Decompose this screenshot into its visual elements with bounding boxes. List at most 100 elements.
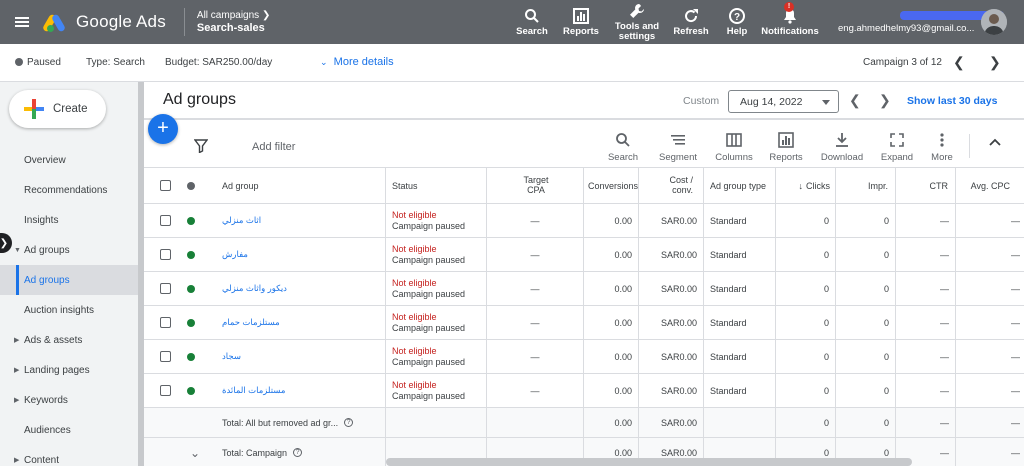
status-not-eligible[interactable]: Not eligible <box>392 312 437 323</box>
row-checkbox[interactable] <box>160 238 171 271</box>
date-picker[interactable]: Aug 14, 2022 <box>728 90 839 113</box>
row-checkbox[interactable] <box>160 340 171 373</box>
create-button[interactable]: Create <box>9 90 106 128</box>
campaign-budget[interactable]: Budget: SAR250.00/day <box>165 57 272 68</box>
menu-icon[interactable] <box>0 0 44 44</box>
status-not-eligible[interactable]: Not eligible <box>392 380 437 391</box>
tool-segment[interactable]: Segment <box>658 131 698 163</box>
row-checkbox[interactable] <box>160 204 171 237</box>
column-impr[interactable]: Impr. <box>836 168 894 203</box>
column-cost-per-conv[interactable]: Cost / conv. <box>639 168 699 203</box>
tool-download[interactable]: Download <box>820 131 864 163</box>
table-row[interactable]: اثاث منزلي Not eligible Campaign paused — 0.… <box>144 204 1024 238</box>
select-all-checkbox[interactable] <box>160 168 171 203</box>
nav-search[interactable]: Search <box>516 0 548 44</box>
campaign-status[interactable]: Paused <box>15 57 61 68</box>
row-checkbox[interactable] <box>160 374 171 407</box>
campaign-position: Campaign 3 of 12 <box>863 57 942 68</box>
next-date-icon[interactable]: ❯ <box>879 92 891 109</box>
column-divider <box>385 204 386 237</box>
previous-date-icon[interactable]: ❮ <box>849 92 861 109</box>
tool-more[interactable]: More <box>928 131 956 163</box>
row-clicks: 0 <box>823 283 829 294</box>
more-details-link[interactable]: ⌄ More details <box>320 56 394 68</box>
reports-icon <box>572 7 590 25</box>
table-row[interactable]: مفارش Not eligible Campaign paused — 0.00 SAR… <box>144 238 1024 272</box>
status-not-eligible[interactable]: Not eligible <box>392 346 437 357</box>
row-checkbox[interactable] <box>160 306 171 339</box>
collapse-toolbar-icon[interactable] <box>989 138 1001 149</box>
tool-search[interactable]: Search <box>608 131 638 163</box>
sidebar-item-auction-insights[interactable]: Auction insights <box>0 295 138 325</box>
nav-tools-settings[interactable]: Tools and settings <box>612 0 662 44</box>
avatar[interactable] <box>981 9 1007 35</box>
show-last-30-days-link[interactable]: Show last 30 days <box>907 95 997 107</box>
previous-campaign-icon[interactable]: ❮ <box>953 54 965 71</box>
search-icon <box>615 131 631 149</box>
ad-group-name-link[interactable]: مستلزمات المائدة <box>222 374 285 407</box>
sidebar-group-ad-groups[interactable]: ▼ Ad groups <box>0 235 138 265</box>
column-target-cpa[interactable]: Target CPA <box>487 168 585 203</box>
expand-chevron-icon[interactable]: ⌄ <box>190 438 200 466</box>
sidebar-group-landing-pages[interactable]: ▶ Landing pages <box>0 355 138 385</box>
row-target-cpa: — <box>530 249 540 260</box>
breadcrumb-all-campaigns[interactable]: All campaigns <box>197 10 259 21</box>
table-row[interactable]: سجاد Not eligible Campaign paused — 0.00 SAR0… <box>144 340 1024 374</box>
add-ad-group-button[interactable]: + <box>148 114 178 144</box>
column-conversions[interactable]: Conversions <box>584 168 638 203</box>
row-ctr: — <box>940 385 949 396</box>
ad-group-name-link[interactable]: مفارش <box>222 238 248 271</box>
sidebar-item-insights[interactable]: Insights <box>0 205 138 235</box>
status-dot-icon <box>187 306 195 339</box>
nav-refresh[interactable]: Refresh <box>673 0 709 44</box>
help-icon[interactable]: ? <box>293 448 303 457</box>
status-not-eligible[interactable]: Not eligible <box>392 210 437 221</box>
ad-group-name-link[interactable]: سجاد <box>222 340 241 373</box>
row-clicks: 0 <box>823 215 829 226</box>
row-checkbox[interactable] <box>160 272 171 305</box>
tool-expand[interactable]: Expand <box>880 131 914 163</box>
row-ctr: — <box>940 317 949 328</box>
filter-icon[interactable] <box>193 139 209 156</box>
status-not-eligible[interactable]: Not eligible <box>392 244 437 255</box>
breadcrumb-campaign-name[interactable]: Search-sales <box>197 22 270 34</box>
column-divider <box>385 408 386 437</box>
horizontal-scrollbar[interactable] <box>386 458 912 466</box>
google-ads-logo[interactable]: Google Ads <box>41 0 166 44</box>
download-icon <box>834 131 850 149</box>
help-icon[interactable]: ? <box>344 418 354 427</box>
tool-columns[interactable]: Columns <box>714 131 754 163</box>
sidebar-item-ad-groups[interactable]: Ad groups <box>0 265 138 295</box>
tool-reports[interactable]: Reports <box>768 131 804 163</box>
column-ctr[interactable]: CTR <box>896 168 954 203</box>
nav-help[interactable]: ? Help <box>723 0 751 44</box>
ad-group-name-link[interactable]: ديكور واثاث منزلي <box>222 272 287 305</box>
sidebar-group-keywords[interactable]: ▶ Keywords <box>0 385 138 415</box>
ad-group-name-link[interactable]: اثاث منزلي <box>222 204 261 237</box>
column-status[interactable]: Status <box>392 168 418 203</box>
nav-notifications[interactable]: ! Notifications <box>760 0 820 44</box>
nav-reports[interactable]: Reports <box>563 0 599 44</box>
sidebar-group-ads-assets[interactable]: ▶ Ads & assets <box>0 325 138 355</box>
row-cost-per-conv: SAR0.00 <box>660 351 697 362</box>
column-ad-group[interactable]: Ad group <box>222 168 259 203</box>
ad-group-name-link[interactable]: مستلزمات حمام <box>222 306 280 339</box>
campaign-breadcrumb[interactable]: All campaigns ❯ Search-sales <box>183 8 270 36</box>
add-filter-button[interactable]: Add filter <box>252 141 295 153</box>
tool-columns-label: Columns <box>715 152 753 163</box>
column-clicks[interactable]: ↓ Clicks <box>776 168 834 203</box>
table-row[interactable]: ديكور واثاث منزلي Not eligible Campaign pa… <box>144 272 1024 306</box>
next-campaign-icon[interactable]: ❯ <box>989 54 1001 71</box>
table-toolbar: Add filter Search Segment Columns Report… <box>144 122 1024 168</box>
table-row[interactable]: مستلزمات المائدة Not eligible Campaign pau… <box>144 374 1024 408</box>
account-info[interactable]: eng.ahmedhelmy93@gmail.co... <box>838 0 1004 44</box>
status-not-eligible[interactable]: Not eligible <box>392 278 437 289</box>
sidebar-item-recommendations[interactable]: Recommendations <box>0 175 138 205</box>
sidebar-item-overview[interactable]: Overview <box>0 145 138 175</box>
column-avg-cpc[interactable]: Avg. CPC <box>956 168 1014 203</box>
column-ad-group-type[interactable]: Ad group type <box>710 168 766 203</box>
table-row[interactable]: مستلزمات حمام Not eligible Campaign paused… <box>144 306 1024 340</box>
sidebar-item-audiences[interactable]: Audiences <box>0 415 138 445</box>
columns-icon <box>726 131 742 149</box>
sidebar-group-content[interactable]: ▶ Content <box>0 445 138 466</box>
